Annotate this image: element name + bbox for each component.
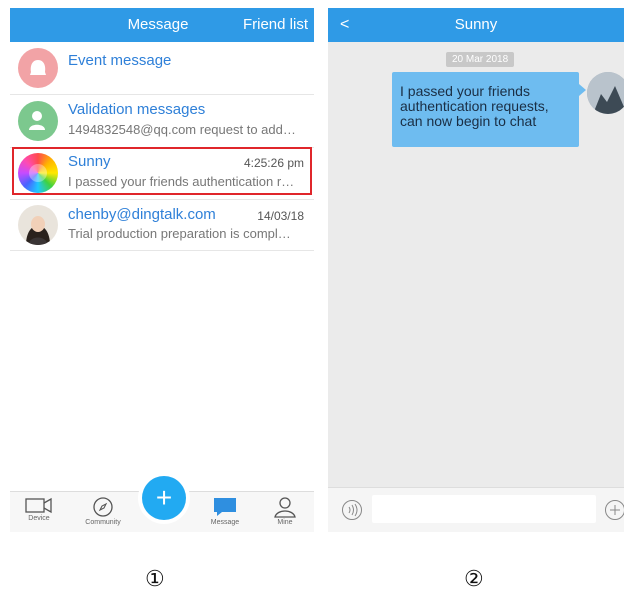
list-item-name: chenby@dingtalk.com [68,206,216,223]
chat-screen: < Sunny 20 Mar 2018 I passed your friend… [328,8,624,532]
list-item-chenby[interactable]: chenby@dingtalk.com 14/03/18 Trial produ… [10,200,314,251]
list-item-validation[interactable]: Validation messages 1494832548@qq.com re… [10,95,314,148]
event-icon [18,48,58,88]
avatar [18,205,58,245]
message-header: Message Friend list [10,8,314,42]
tab-message-label: Message [210,519,240,526]
date-label: 20 Mar 2018 [446,52,515,67]
list-item-name: Validation messages [68,101,206,118]
add-user-icon [18,101,58,141]
list-item-name: Event message [68,52,172,69]
tab-friend-list[interactable]: Friend list [243,8,308,42]
caption-2: ② [464,566,484,591]
list-item-event-message[interactable]: Event message [10,42,314,95]
chat-bubble-icon [214,498,236,516]
tab-message[interactable]: Message [118,8,198,42]
tab-device-label: Device [28,515,50,522]
tab-mine-label: Mine [277,519,293,526]
voice-icon[interactable] [341,499,363,521]
list-item-preview: Trial production preparation is compl… [68,226,291,241]
person-icon [274,497,296,518]
tab-community[interactable]: Community [78,492,128,532]
avatar [587,72,624,114]
video-camera-icon [25,497,52,514]
message-list-screen: Message Friend list Event message Valida… [10,8,314,532]
message-input[interactable] [372,495,596,523]
highlight-box [12,147,312,195]
list-item-preview: 1494832548@qq.com request to add… [68,122,296,137]
chat-message: I passed your friends authentication req… [392,72,586,147]
plus-icon: + [142,476,186,520]
tab-community-label: Community [85,519,121,526]
caption-1: ① [145,566,165,591]
tab-message-bottom[interactable]: Message [200,492,250,532]
chat-input-bar [328,487,624,532]
chat-header: < Sunny [328,8,624,42]
compass-icon [93,497,113,517]
chat-title: Sunny [454,16,498,33]
list-item-time: 14/03/18 [257,209,304,223]
tab-mine[interactable]: Mine [260,492,310,532]
add-circle-icon[interactable] [604,499,624,521]
back-button[interactable]: < [340,8,349,42]
add-button[interactable]: + [138,472,190,524]
tab-device[interactable]: Device [14,492,64,532]
